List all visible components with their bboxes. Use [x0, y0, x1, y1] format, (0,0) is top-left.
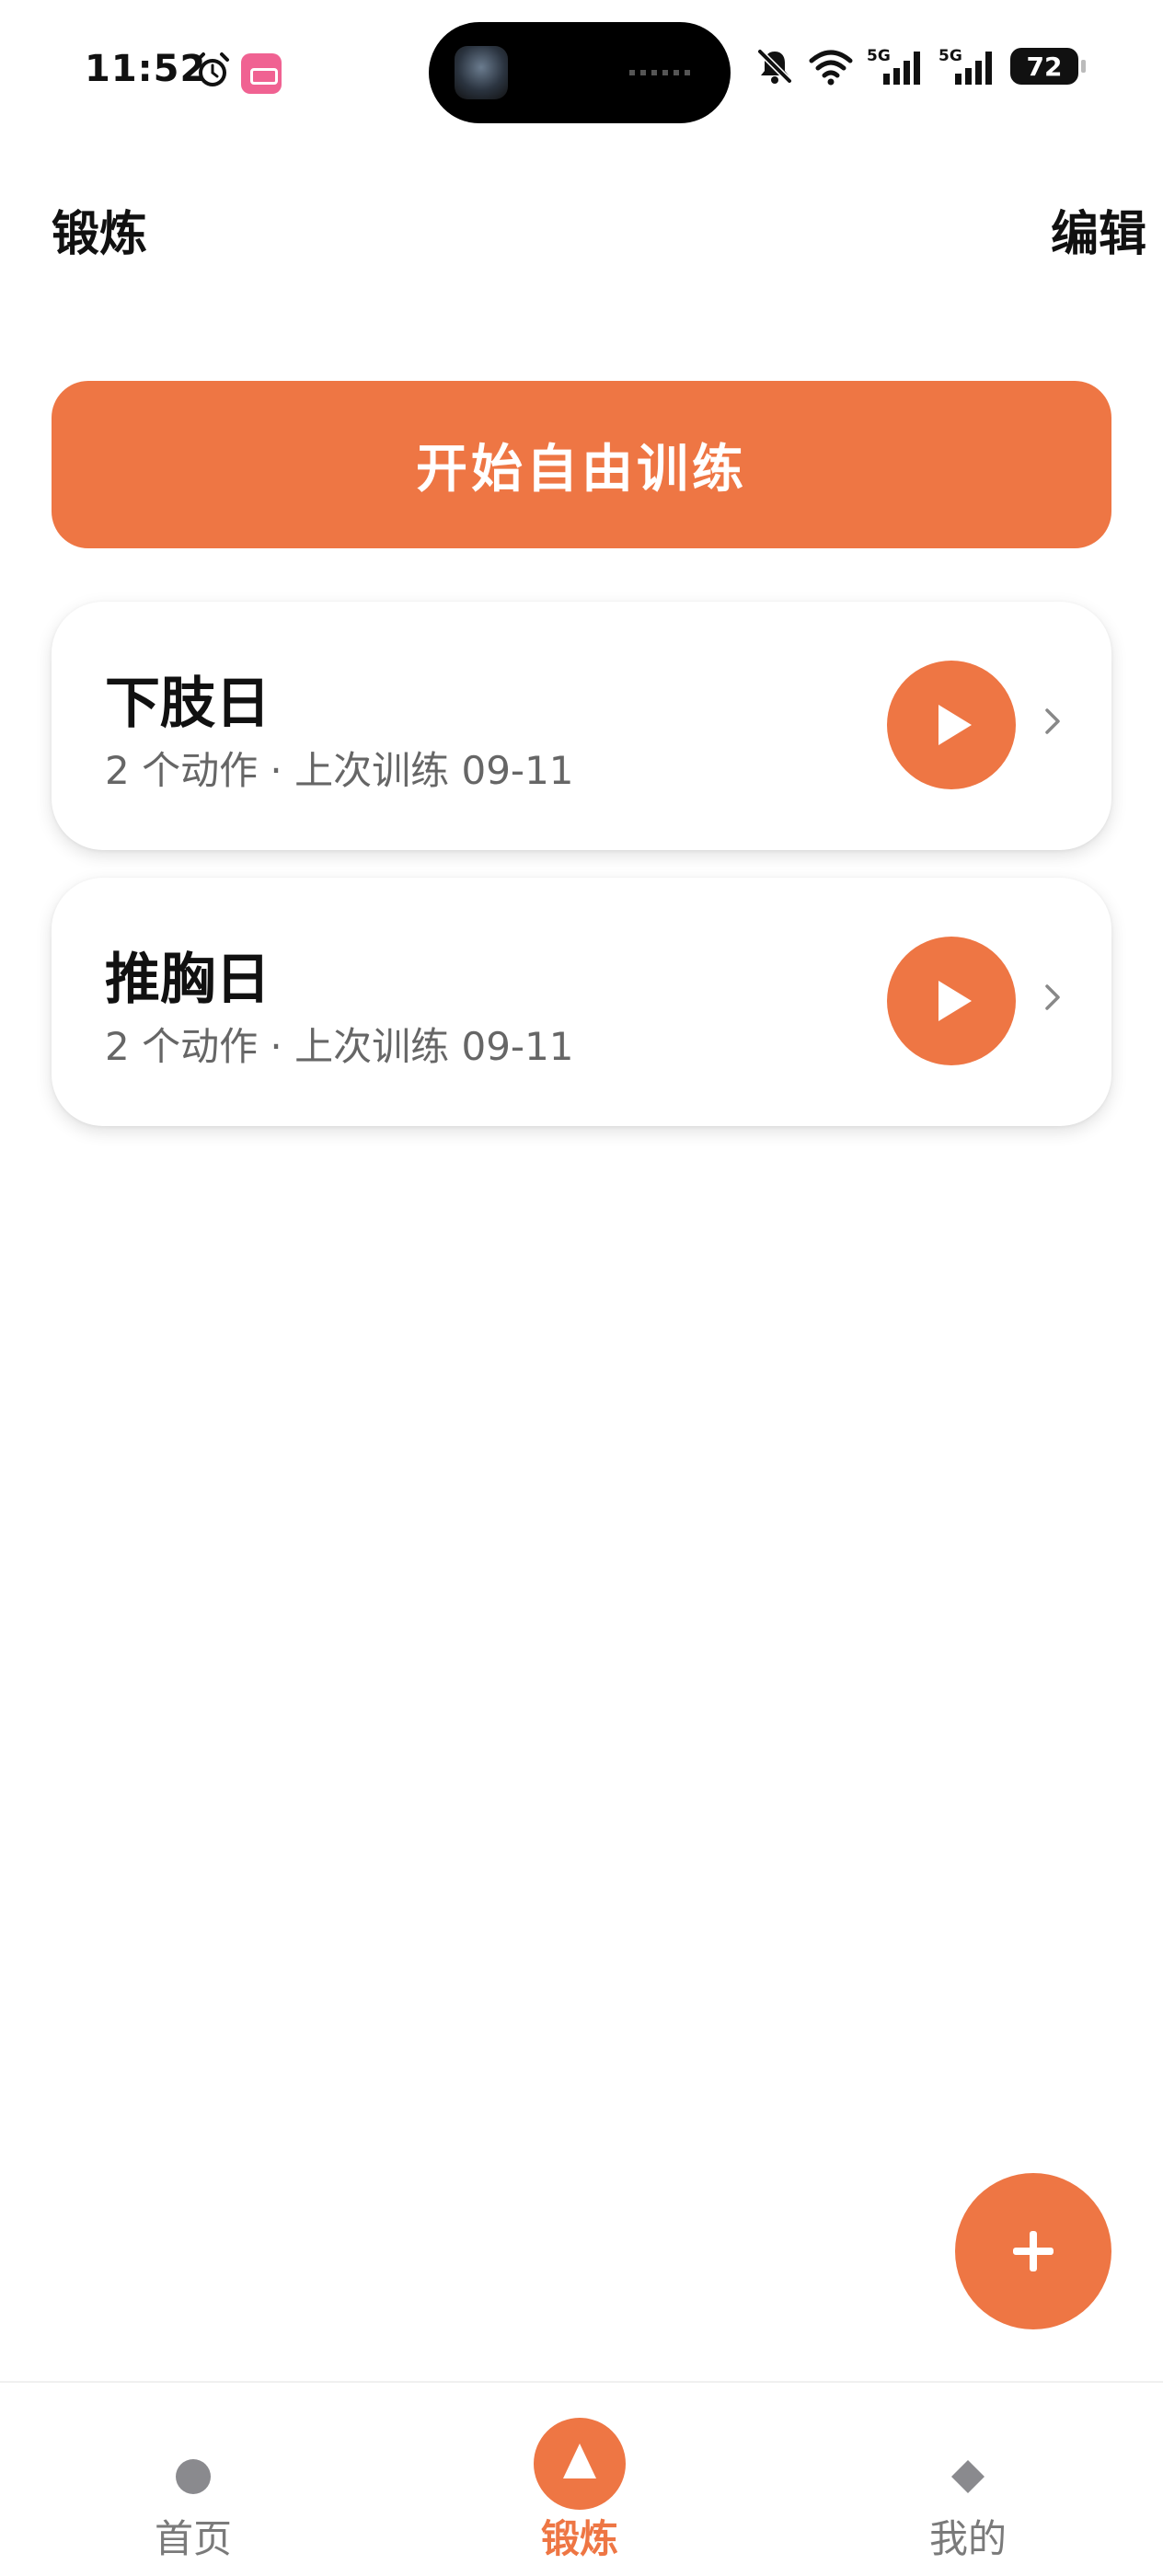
plus-icon: [1013, 2231, 1054, 2271]
play-icon: [938, 981, 972, 1021]
chevron-right-icon: [1045, 708, 1060, 734]
play-button[interactable]: [887, 937, 1016, 1065]
workout-name: 下肢日: [105, 672, 271, 736]
svg-text:5G: 5G: [938, 47, 962, 65]
triangle-icon: [534, 2418, 626, 2510]
edit-button[interactable]: 编辑: [1051, 195, 1146, 264]
waveform-icon: [629, 70, 694, 75]
cellular-signal-icon-2: 5G: [938, 47, 992, 85]
workout-page: 11:52 5G 5G 72 锻炼 编辑 开始自由训练 下肢日 2 个动作 · …: [0, 0, 1163, 2576]
status-indicators: 5G 5G 72: [754, 46, 1086, 86]
wifi-icon: [809, 50, 853, 86]
nav-label-training: 锻炼: [540, 2516, 618, 2561]
nav-item-me[interactable]: 我的: [830, 2383, 1106, 2576]
mute-bell-icon: [757, 49, 792, 84]
workout-subtitle: 2 个动作 · 上次训练 09-11: [105, 1024, 574, 1069]
media-thumbnail-icon: [455, 46, 508, 99]
workout-card[interactable]: 下肢日 2 个动作 · 上次训练 09-11: [52, 602, 1111, 850]
alarm-icon: [196, 52, 229, 86]
dynamic-island[interactable]: [429, 22, 731, 123]
start-free-training-button[interactable]: 开始自由训练: [52, 381, 1111, 548]
nav-item-home[interactable]: 首页: [55, 2383, 331, 2576]
play-icon: [938, 705, 972, 745]
workout-card[interactable]: 推胸日 2 个动作 · 上次训练 09-11: [52, 878, 1111, 1126]
play-button[interactable]: [887, 661, 1016, 789]
workout-name: 推胸日: [105, 948, 271, 1012]
status-time: 11:52: [85, 48, 207, 90]
battery-icon: 72: [1010, 48, 1086, 85]
add-workout-button[interactable]: [955, 2173, 1111, 2329]
cellular-signal-icon: 5G: [867, 47, 920, 85]
svg-text:5G: 5G: [867, 47, 891, 65]
status-bar: 11:52 5G 5G 72: [0, 0, 1163, 147]
workout-subtitle: 2 个动作 · 上次训练 09-11: [105, 748, 574, 793]
nav-label-home: 首页: [154, 2516, 232, 2561]
dot-icon: [176, 2459, 211, 2494]
chevron-right-icon: [1045, 984, 1060, 1010]
nav-item-training[interactable]: 锻炼: [442, 2383, 718, 2576]
bottom-nav: 首页 锻炼 我的: [0, 2381, 1163, 2576]
nav-label-me: 我的: [928, 2516, 1007, 2561]
page-title: 锻炼: [52, 207, 148, 262]
diamond-icon: [951, 2460, 985, 2493]
bilibili-app-icon: [241, 53, 282, 94]
